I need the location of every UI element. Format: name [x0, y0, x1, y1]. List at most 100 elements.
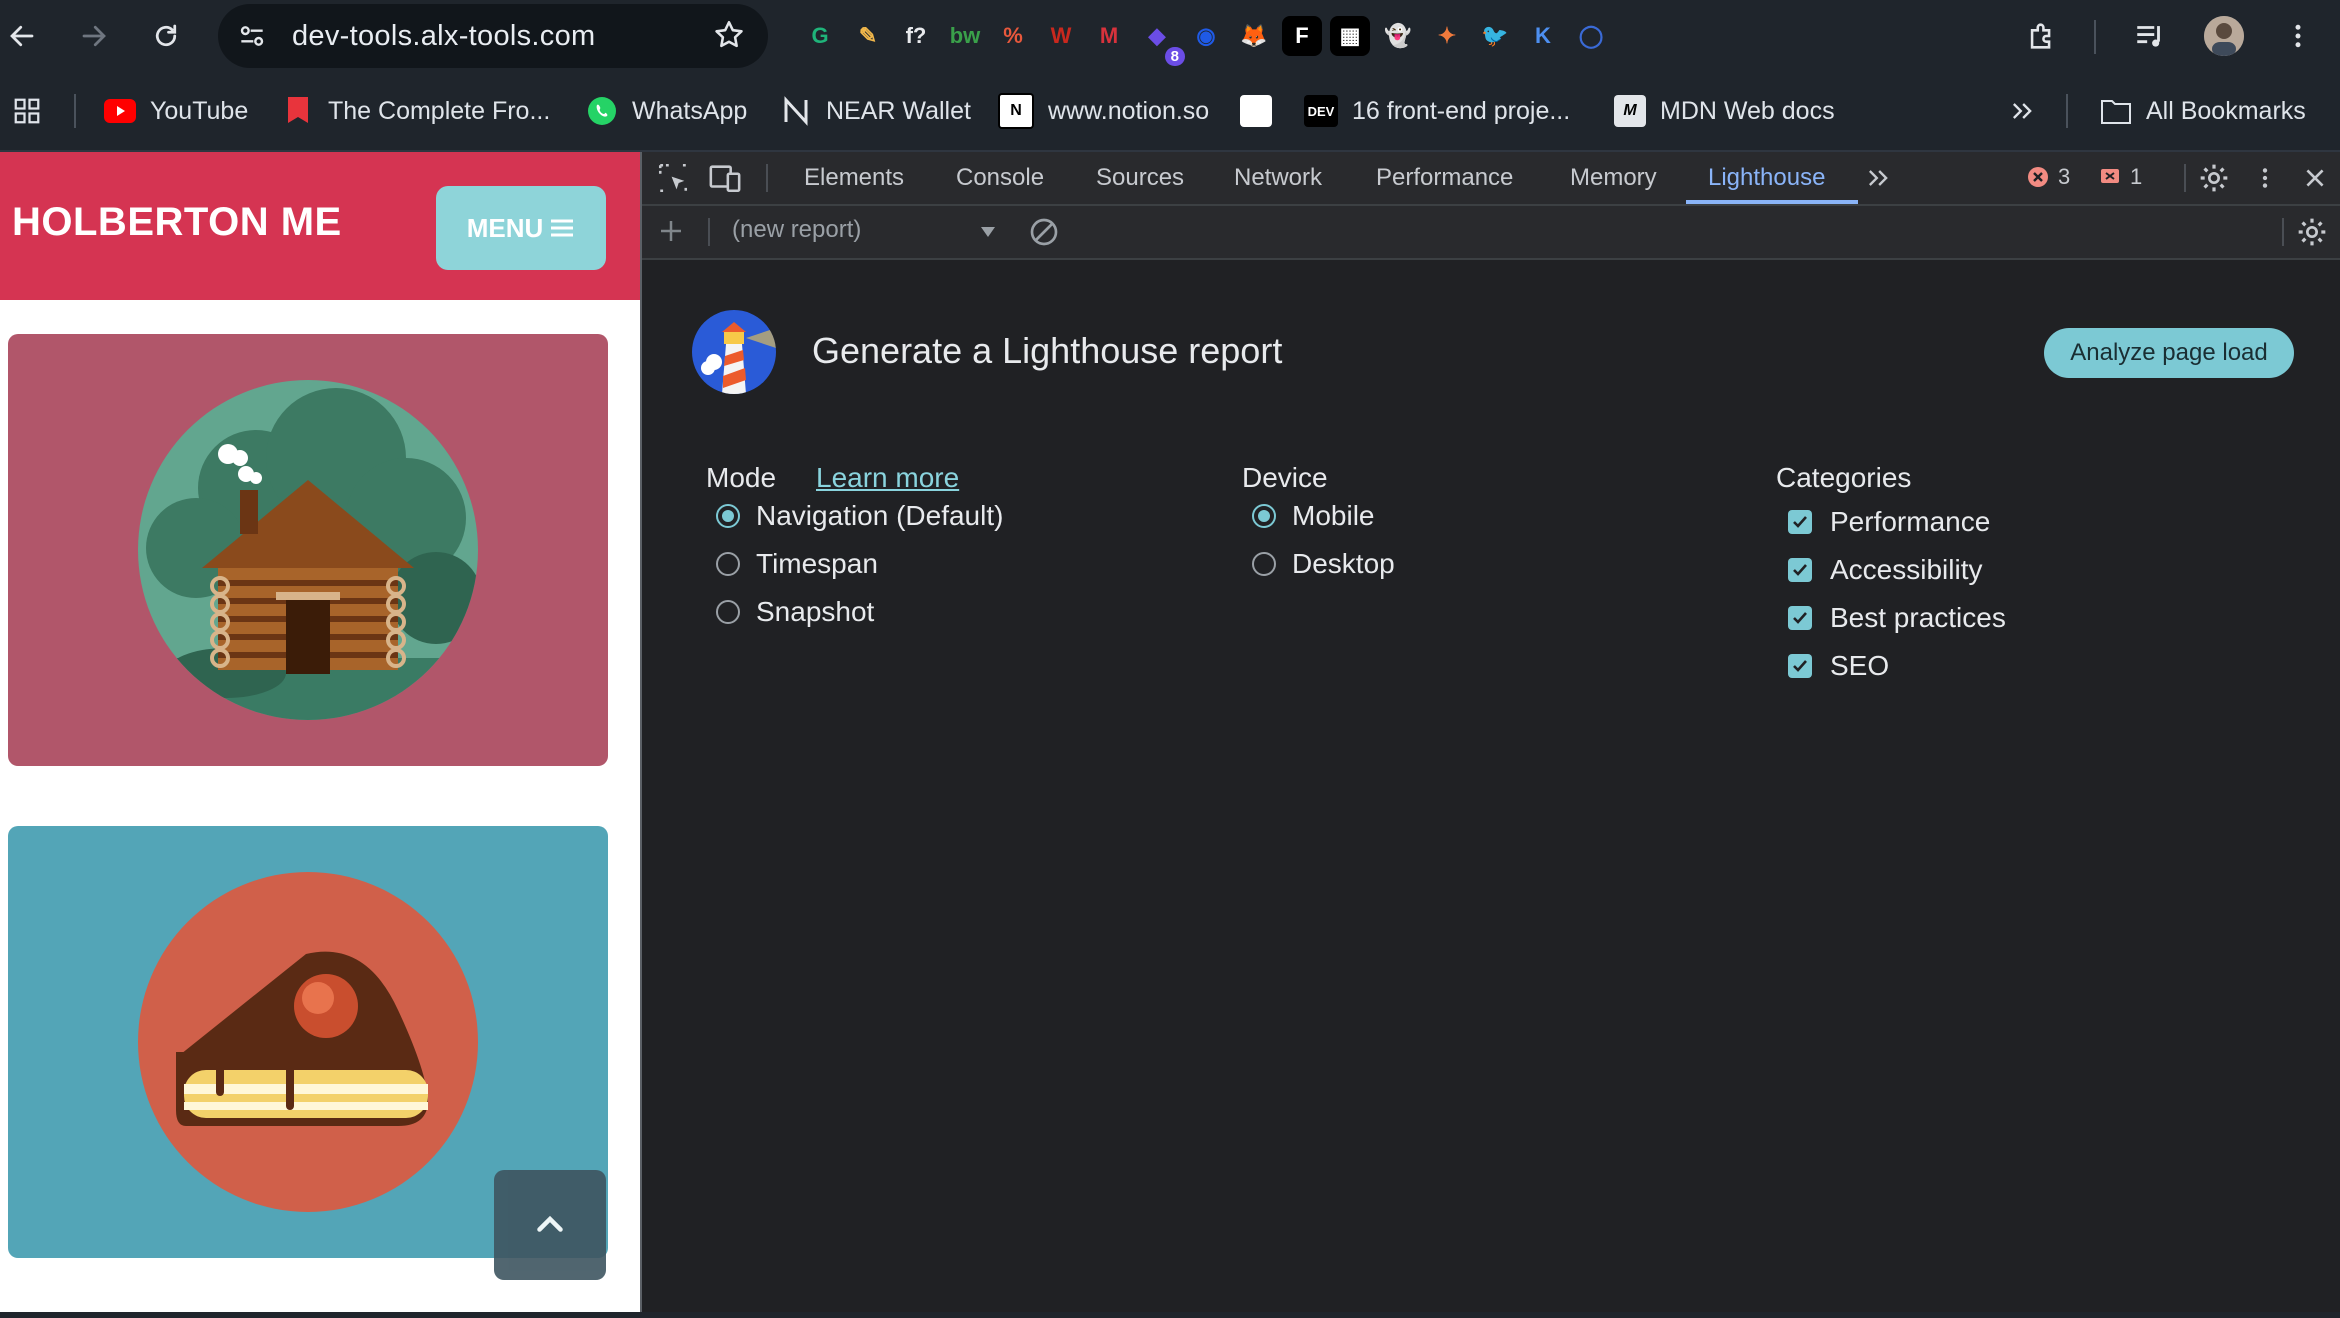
more-tabs-button[interactable]: [1864, 152, 1892, 204]
site-info-icon[interactable]: [236, 20, 268, 52]
bookmark-label: WhatsApp: [632, 96, 748, 125]
w-extension-icon[interactable]: W: [1041, 16, 1081, 56]
checkmark-icon: [1793, 660, 1807, 672]
option-label: SEO: [1830, 650, 1890, 681]
radio-selected[interactable]: [716, 504, 740, 528]
tab-console[interactable]: Console: [956, 152, 1044, 204]
report-select[interactable]: (new report): [732, 216, 861, 244]
ghost-extension-icon[interactable]: 👻: [1378, 16, 1418, 56]
checkmark-icon: [1793, 516, 1807, 528]
k-extension-icon[interactable]: K: [1523, 16, 1563, 56]
issue-count-badge[interactable]: 1: [2098, 164, 2142, 190]
bookmark-whatsapp[interactable]: WhatsApp: [586, 90, 747, 132]
clear-reports-button[interactable]: [1028, 216, 1060, 248]
address-bar[interactable]: dev-tools.alx-tools.com: [218, 4, 768, 68]
web-page: HOLBERTON ME MENU: [0, 152, 640, 1312]
tab-lighthouse[interactable]: Lighthouse: [1708, 152, 1825, 204]
report-dropdown-arrow[interactable]: [978, 222, 998, 242]
bookmark-near-wallet[interactable]: NEAR Wallet: [780, 90, 971, 132]
mode-option-navigation[interactable]: Navigation (Default): [716, 496, 1003, 536]
checkbox-checked[interactable]: [1788, 558, 1812, 582]
extensions-puzzle-icon[interactable]: [2022, 16, 2062, 56]
cake-slice-illustration: [138, 872, 478, 1212]
metamask-icon[interactable]: 🦊: [1234, 16, 1274, 56]
mendeley-icon[interactable]: M: [1089, 16, 1129, 56]
analyze-page-load-button[interactable]: Analyze page load: [2044, 328, 2294, 378]
back-button[interactable]: [0, 14, 44, 58]
bookmark-notion[interactable]: N www.notion.so: [998, 90, 1209, 132]
wallet-badge-icon[interactable]: ◆ 8: [1137, 16, 1185, 66]
ring-extension-icon[interactable]: ◯: [1571, 16, 1611, 56]
error-count-badge[interactable]: 3: [2026, 164, 2070, 190]
devtools-panel: Elements Console Sources Network Perform…: [640, 152, 2340, 1312]
tab-network[interactable]: Network: [1234, 152, 1322, 204]
f-extension-icon[interactable]: F: [1282, 16, 1322, 56]
mode-option-snapshot[interactable]: Snapshot: [716, 592, 874, 632]
url-text[interactable]: dev-tools.alx-tools.com: [292, 20, 595, 53]
plus-icon: [661, 221, 681, 241]
radio-unselected[interactable]: [716, 600, 740, 624]
tab-memory[interactable]: Memory: [1570, 152, 1657, 204]
inspect-element-button[interactable]: [656, 152, 690, 204]
bird-extension-icon[interactable]: 🐦: [1475, 16, 1515, 56]
tab-elements[interactable]: Elements: [804, 152, 904, 204]
radio-selected[interactable]: [1252, 504, 1276, 528]
forward-button[interactable]: [72, 14, 116, 58]
arrow-left-icon: [10, 25, 34, 47]
category-seo[interactable]: SEO: [1788, 646, 1889, 686]
bookmark-complete-frontend[interactable]: The Complete Fro...: [282, 90, 550, 132]
bookmarks-overflow-button[interactable]: [2008, 90, 2036, 132]
menu-button[interactable]: MENU: [436, 186, 606, 270]
bookmark-16-frontend[interactable]: DEV 16 front-end proje...: [1304, 90, 1570, 132]
coinbase-icon[interactable]: ◉: [1186, 16, 1226, 56]
issue-count: 1: [2130, 164, 2143, 189]
device-toolbar-button[interactable]: [708, 152, 742, 204]
grammarly-icon[interactable]: G: [800, 16, 840, 56]
device-option-desktop[interactable]: Desktop: [1252, 544, 1395, 584]
browser-toolbar: dev-tools.alx-tools.com G ✎ f? bw% W M ◆ 8 ◉ 🦊 F ▦ 👻…: [0, 0, 2340, 72]
category-accessibility[interactable]: Accessibility: [1788, 550, 1982, 590]
profile-avatar[interactable]: [2204, 16, 2244, 56]
percent-extension-icon[interactable]: %: [993, 16, 1033, 56]
toolbar-divider: [2282, 218, 2284, 246]
checkbox-checked[interactable]: [1788, 654, 1812, 678]
mode-option-timespan[interactable]: Timespan: [716, 544, 878, 584]
color-picker-icon[interactable]: ✎: [848, 16, 888, 56]
bookmark-mdn[interactable]: M MDN Web docs: [1614, 90, 1835, 132]
device-option-mobile[interactable]: Mobile: [1252, 496, 1374, 536]
category-performance[interactable]: Performance: [1788, 502, 1990, 542]
apps-grid-button[interactable]: [12, 90, 42, 132]
all-bookmarks-button[interactable]: All Bookmarks: [2100, 90, 2306, 132]
reload-button[interactable]: [144, 14, 188, 58]
cabin-card[interactable]: [8, 334, 608, 766]
builtwith-icon[interactable]: bw: [945, 16, 985, 56]
category-best-practices[interactable]: Best practices: [1788, 598, 2006, 638]
chrome-menu-button[interactable]: [2278, 16, 2318, 56]
checkbox-checked[interactable]: [1788, 510, 1812, 534]
bookmark-blank[interactable]: [1240, 90, 1286, 132]
media-control-icon[interactable]: [2130, 16, 2170, 56]
devtools-settings-button[interactable]: [2198, 152, 2230, 204]
bookmark-youtube[interactable]: YouTube: [104, 90, 248, 132]
lighthouse-settings-button[interactable]: [2296, 216, 2328, 248]
qr-extension-icon[interactable]: ▦: [1330, 16, 1370, 56]
reload-icon: [155, 24, 177, 47]
toolbar-divider: [2094, 20, 2096, 54]
close-devtools-button[interactable]: [2302, 152, 2328, 204]
radio-unselected[interactable]: [716, 552, 740, 576]
site-logo[interactable]: HOLBERTON ME: [12, 200, 342, 245]
new-report-button[interactable]: [656, 216, 686, 246]
font-finder-icon[interactable]: f?: [896, 16, 936, 56]
youtube-icon: [104, 95, 136, 127]
checkbox-checked[interactable]: [1788, 606, 1812, 630]
tab-performance[interactable]: Performance: [1376, 152, 1513, 204]
devtools-more-button[interactable]: [2252, 152, 2278, 204]
bookmark-star-icon[interactable]: [712, 18, 746, 52]
triangle-down-icon: [981, 227, 995, 237]
spark-extension-icon[interactable]: ✦: [1427, 16, 1467, 56]
radio-unselected[interactable]: [1252, 552, 1276, 576]
back-to-top-button[interactable]: [494, 1170, 606, 1280]
gear-icon: [2298, 218, 2326, 246]
learn-more-link[interactable]: Learn more: [816, 462, 959, 494]
tab-sources[interactable]: Sources: [1096, 152, 1184, 204]
